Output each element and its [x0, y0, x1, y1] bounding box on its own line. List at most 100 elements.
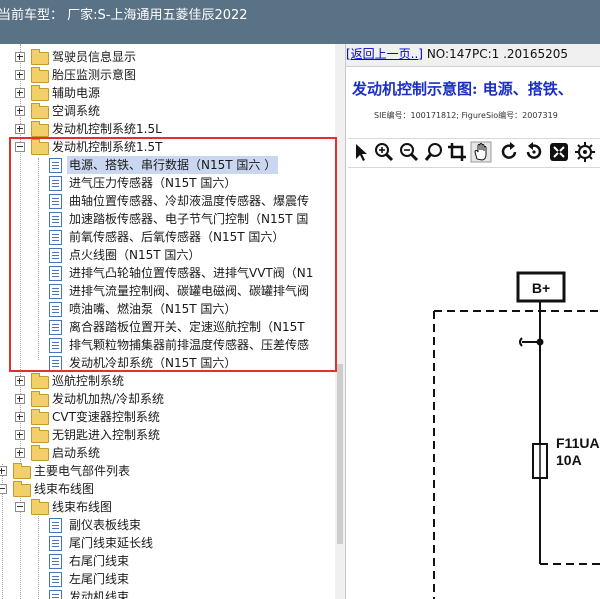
tree-item-label: 无钥匙进入控制系统	[52, 428, 161, 442]
tree-item-clutch-cruise[interactable]: 离合器踏板位置开关、定速巡航控制（N15T	[0, 318, 335, 336]
document-panel: [返回上一页..] NO:147PC:1 .20165205 发动机控制示意图:…	[346, 44, 600, 599]
tree-item-ignition-coil[interactable]: 点火线圈（N15T 国六）	[0, 246, 335, 264]
fit-icon[interactable]	[548, 141, 570, 163]
tree-item-cam-sensor[interactable]: 进排气凸轮轴位置传感器、进排气VVT阀（N1	[0, 264, 335, 282]
folder-icon	[31, 85, 49, 101]
scrollbar-thumb[interactable]	[337, 364, 343, 544]
pointer-icon[interactable]	[350, 141, 372, 163]
tree-item-label: 喷油嘴、燃油泵（N15T 国六）	[69, 302, 237, 316]
expand-icon[interactable]	[15, 124, 25, 134]
tree-item-label: 加速踏板传感器、电子节气门控制（N15T 国	[69, 212, 309, 226]
tree-item-injector-pump[interactable]: 喷油嘴、燃油泵（N15T 国六）	[0, 300, 335, 318]
expand-icon[interactable]	[15, 88, 25, 98]
tree-item-console-harness[interactable]: 副仪表板线束	[0, 516, 335, 534]
connector-label: B+	[532, 280, 550, 296]
tree-item-label: 右尾门线束	[69, 554, 130, 568]
fuse-label: F11UA	[556, 435, 600, 451]
tree-item-tpms[interactable]: 胎压监测示意图	[0, 66, 335, 84]
document-header: [返回上一页..] NO:147PC:1 .20165205	[346, 44, 600, 67]
zoom-out-icon[interactable]	[398, 141, 420, 163]
pan-hand-icon[interactable]	[470, 141, 492, 163]
tree-item-throttle[interactable]: 加速踏板传感器、电子节气门控制（N15T 国	[0, 210, 335, 228]
folder-icon	[31, 49, 49, 65]
tree-item-tailgate-ext[interactable]: 尾门线束延长线	[0, 534, 335, 552]
folder-icon	[31, 373, 49, 389]
tree-item-harness[interactable]: 线束布线图	[0, 498, 335, 516]
wiring-diagram[interactable]: B+ F11UA 10A	[346, 168, 600, 599]
tree-item-left-tailgate[interactable]: 左尾门线束	[0, 570, 335, 588]
expand-icon[interactable]	[15, 412, 25, 422]
expand-icon[interactable]	[15, 448, 25, 458]
tree-item-label: CVT变速器控制系统	[52, 410, 160, 424]
tree-item-ac[interactable]: 空调系统	[0, 102, 335, 120]
tree-item-engine-1-5l[interactable]: 发动机控制系统1.5L	[0, 120, 335, 138]
tree-item-power-ground[interactable]: 电源、搭铁、串行数据（N15T 国六 ）	[0, 156, 335, 174]
tree-scrollbar[interactable]	[335, 44, 345, 599]
tree-item-engine-harness[interactable]: 发动机线束	[0, 588, 335, 599]
tree-item-label: 发动机线束	[69, 590, 130, 599]
expand-icon[interactable]	[15, 70, 25, 80]
tree-item-engine-1-5t[interactable]: 发动机控制系统1.5T	[0, 138, 335, 156]
tree-item-o2-sensors[interactable]: 前氧传感器、后氧传感器（N15T 国六）	[0, 228, 335, 246]
zoom-in-icon[interactable]	[373, 141, 395, 163]
settings-icon[interactable]	[574, 141, 596, 163]
tree-item-flow-valve[interactable]: 进排气流量控制阀、碳罐电磁阀、碳罐排气阀	[0, 282, 335, 300]
expand-icon[interactable]	[0, 466, 7, 476]
tree-item-keyless[interactable]: 无钥匙进入控制系统	[0, 426, 335, 444]
zoom-window-icon[interactable]	[423, 141, 445, 163]
expand-icon[interactable]	[15, 430, 25, 440]
tree-item-engine-heat[interactable]: 发动机加热/冷却系统	[0, 390, 335, 408]
document-icon	[49, 158, 62, 173]
tree-item-crank-sensor[interactable]: 曲轴位置传感器、冷却液温度传感器、爆震传	[0, 192, 335, 210]
expand-icon[interactable]	[15, 106, 25, 116]
expand-icon[interactable]	[15, 394, 25, 404]
tree-item-label: 主要电气部件列表	[34, 464, 131, 478]
folder-open-icon	[13, 481, 31, 497]
expand-icon[interactable]	[15, 376, 25, 386]
tree-item-label: 进气压力传感器（N15T 国六）	[69, 176, 237, 190]
tree-item-gpf-sensor[interactable]: 排气颗粒物捕集器前排温度传感器、压差传感	[0, 336, 335, 354]
document-icon	[49, 212, 62, 227]
collapse-icon[interactable]	[0, 484, 7, 494]
tree-item-label: 空调系统	[52, 104, 101, 118]
tree-item-aux-power[interactable]: 辅助电源	[0, 84, 335, 102]
tree-item-components[interactable]: 主要电气部件列表	[0, 462, 335, 480]
tree-item-label: 巡航控制系统	[52, 374, 125, 388]
back-link[interactable]: [返回上一页..]	[346, 47, 423, 61]
tree-item-cruise[interactable]: 巡航控制系统	[0, 372, 335, 390]
collapse-icon[interactable]	[15, 142, 25, 152]
document-meta: SIE编号：100171812; FigureSio编号：2007319	[374, 111, 558, 120]
crop-icon[interactable]	[446, 141, 468, 163]
tree-item-map-sensor[interactable]: 进气压力传感器（N15T 国六）	[0, 174, 335, 192]
tree-item-start[interactable]: 启动系统	[0, 444, 335, 462]
document-icon	[49, 248, 62, 263]
tree-item-label: 电源、搭铁、串行数据（N15T 国六 ）	[67, 156, 279, 174]
folder-icon	[31, 67, 49, 83]
tree-item-driver-info[interactable]: 驾驶员信息显示	[0, 48, 335, 66]
folder-icon	[31, 445, 49, 461]
expand-icon[interactable]	[15, 52, 25, 62]
document-icon	[49, 590, 62, 599]
document-icon	[49, 302, 62, 317]
rotate-icon[interactable]	[498, 141, 520, 163]
tree-item-label: 尾门线束延长线	[69, 536, 154, 550]
tree-item-cvt[interactable]: CVT变速器控制系统	[0, 408, 335, 426]
collapse-icon[interactable]	[15, 502, 25, 512]
tree-panel: 驾驶员信息显示 胎压监测示意图 辅助电源 空调系统 发动机控制系统1.5L 发动…	[0, 44, 346, 599]
tree-item-label: 启动系统	[52, 446, 101, 460]
tree-item-label: 左尾门线束	[69, 572, 130, 586]
tree-item-label: 前氧传感器、后氧传感器（N15T 国六）	[69, 230, 285, 244]
tree-item-harness-root[interactable]: 线束布线图	[0, 480, 335, 498]
viewer-toolbar	[348, 138, 600, 168]
document-icon	[49, 284, 62, 299]
reset-icon[interactable]	[523, 141, 545, 163]
tree-item-right-tailgate[interactable]: 右尾门线束	[0, 552, 335, 570]
tree-item-label: 发动机冷却系统（N15T 国六）	[69, 356, 237, 370]
document-icon	[49, 536, 62, 551]
tree-item-cooling[interactable]: 发动机冷却系统（N15T 国六）	[0, 354, 335, 372]
tree-item-label: 线束布线图	[52, 500, 113, 514]
folder-icon	[31, 427, 49, 443]
tree-item-label: 排气颗粒物捕集器前排温度传感器、压差传感	[69, 338, 310, 352]
document-title: 发动机控制示意图: 电源、搭铁、	[352, 80, 573, 98]
tree-item-label: 发动机加热/冷却系统	[52, 392, 165, 406]
